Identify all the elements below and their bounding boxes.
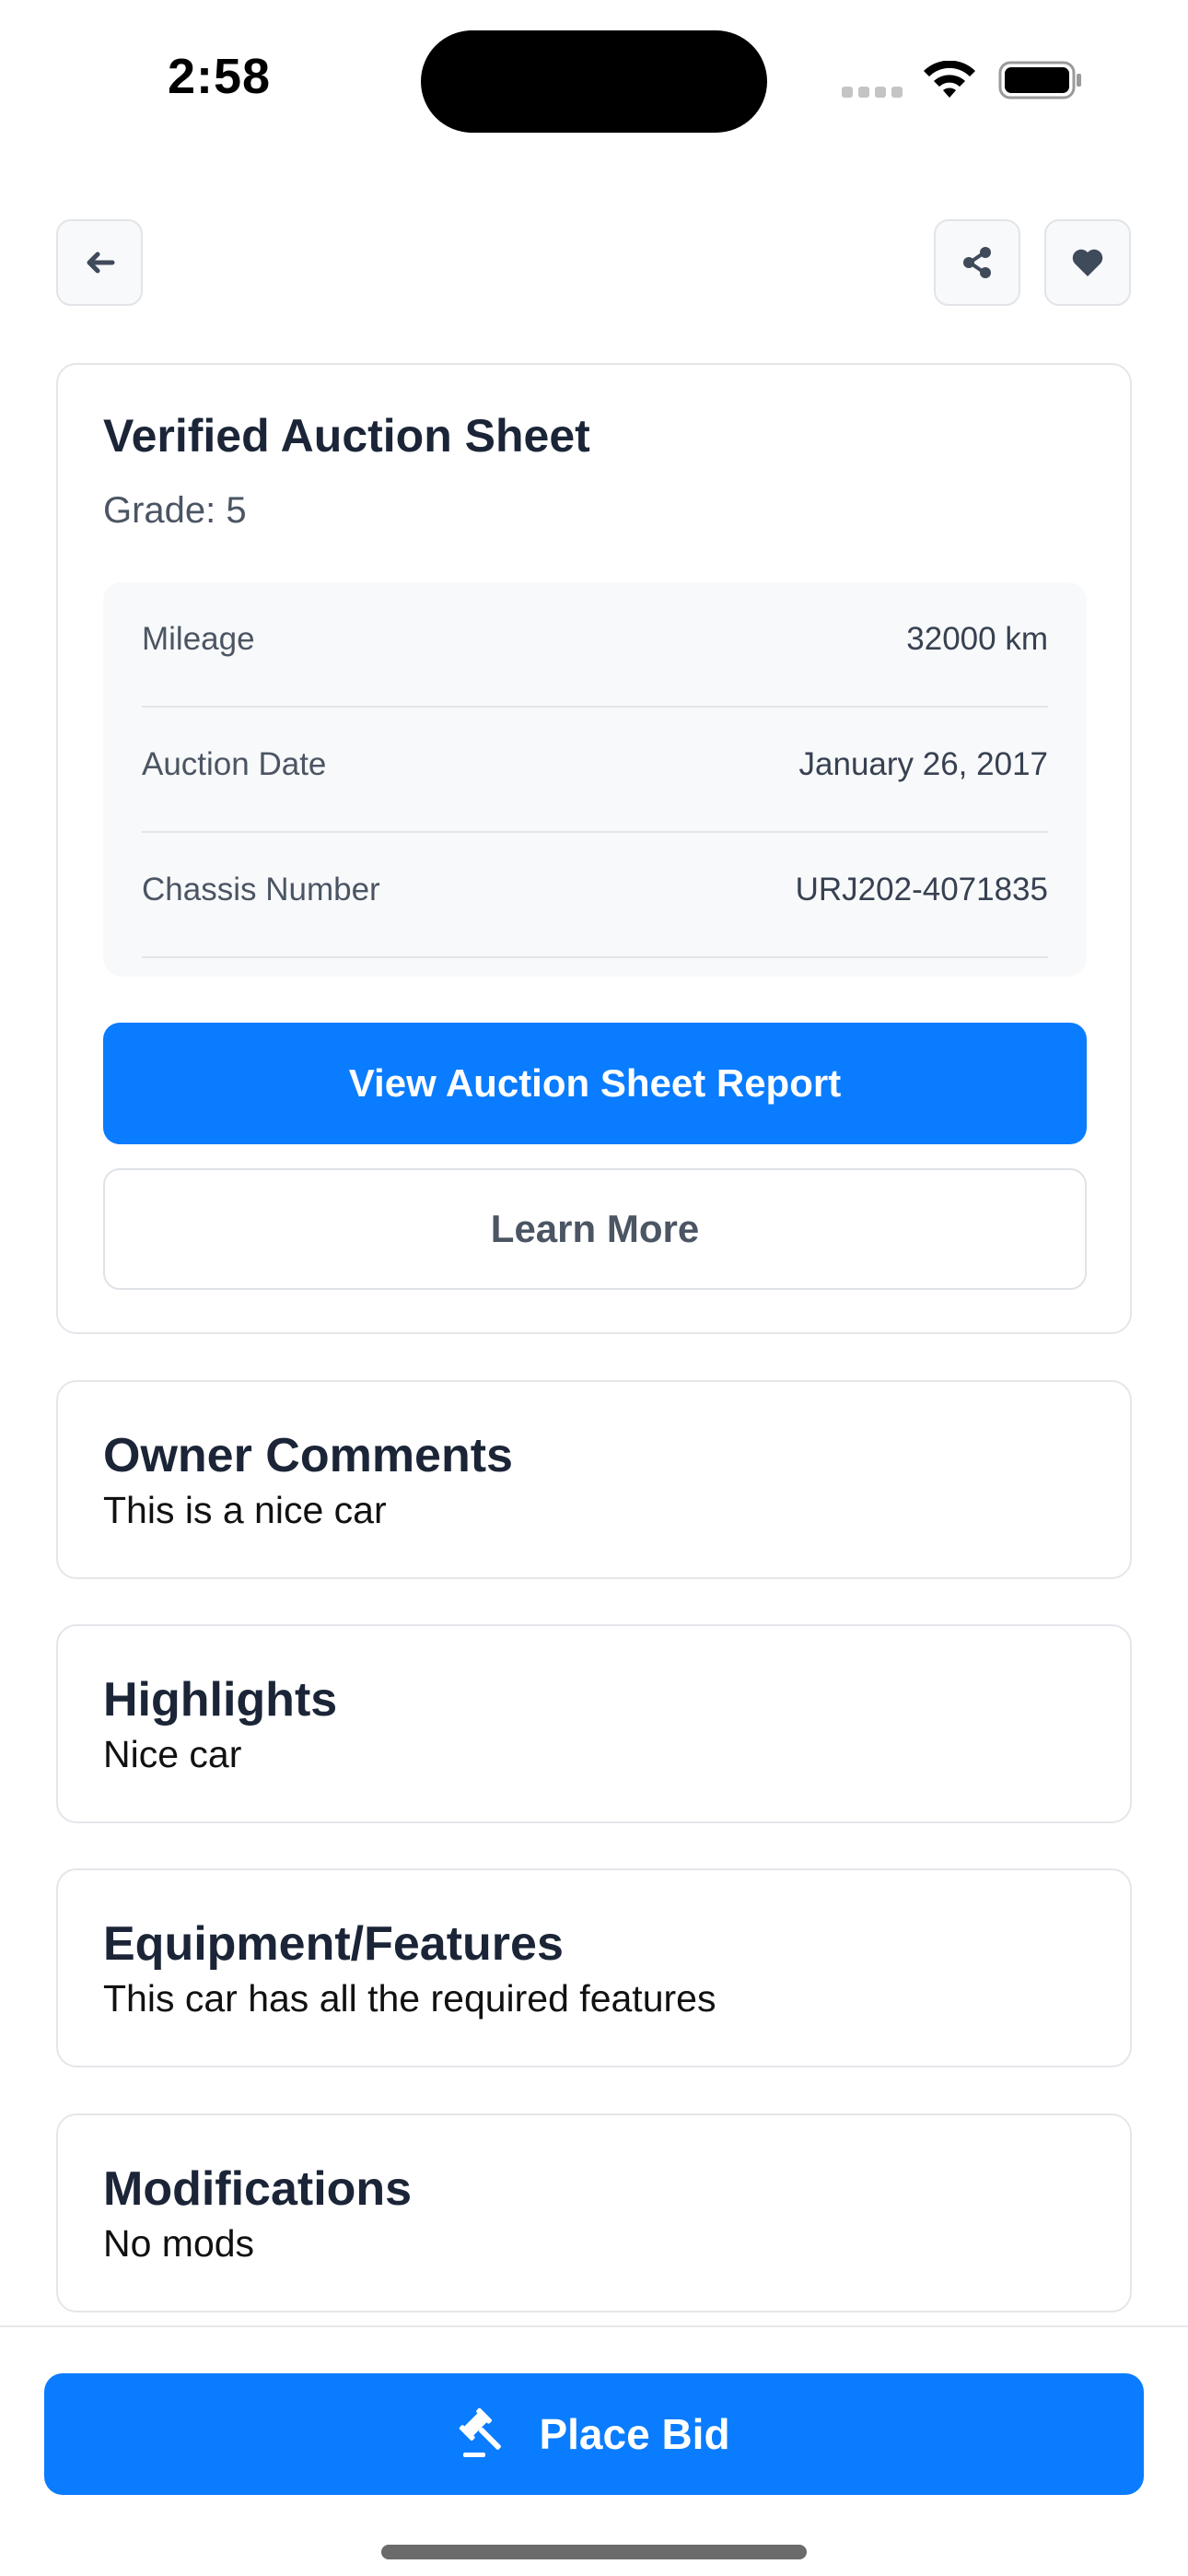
place-bid-label: Place Bid xyxy=(539,2410,730,2458)
wifi-icon xyxy=(924,61,975,98)
heart-icon xyxy=(1072,249,1103,276)
section-body: Nice car xyxy=(103,1733,242,1775)
detail-row-mileage: Mileage 32000 km xyxy=(142,582,1048,708)
auction-details-panel: Mileage 32000 km Auction Date January 26… xyxy=(103,582,1087,977)
share-icon xyxy=(963,247,991,278)
gavel-icon xyxy=(460,2407,502,2457)
detail-value: URJ202-4071835 xyxy=(795,872,1048,907)
home-indicator[interactable] xyxy=(381,2545,807,2559)
status-time: 2:58 xyxy=(168,49,272,104)
section-body: No mods xyxy=(103,2222,255,2265)
section-title: Modifications xyxy=(103,2162,413,2216)
view-auction-sheet-report-button[interactable]: View Auction Sheet Report xyxy=(103,1023,1087,1144)
auction-sheet-title: Verified Auction Sheet xyxy=(103,410,590,462)
highlights-card: Highlights Nice car xyxy=(56,1624,1132,1823)
detail-label: Mileage xyxy=(142,621,255,657)
bottom-action-bar: Place Bid xyxy=(0,2325,1188,2576)
equipment-features-card: Equipment/Features This car has all the … xyxy=(56,1868,1132,2067)
place-bid-button[interactable]: Place Bid xyxy=(44,2373,1144,2495)
arrow-left-icon xyxy=(87,252,115,274)
detail-value: 32000 km xyxy=(906,621,1048,657)
cellular-signal-icon xyxy=(842,87,903,98)
detail-label: Chassis Number xyxy=(142,872,380,907)
back-button[interactable] xyxy=(56,219,143,306)
section-body: This is a nice car xyxy=(103,1489,387,1531)
learn-more-button[interactable]: Learn More xyxy=(103,1168,1087,1290)
screen: 2:58 Verified Auction Sheet Grade: 5 Mil… xyxy=(0,0,1188,2576)
auction-grade: Grade: 5 xyxy=(103,490,247,531)
owner-comments-card: Owner Comments This is a nice car xyxy=(56,1380,1132,1579)
dynamic-island xyxy=(421,30,767,133)
section-body: This car has all the required features xyxy=(103,1977,716,2020)
section-title: Equipment/Features xyxy=(103,1917,564,1971)
detail-row-chassis-number: Chassis Number URJ202-4071835 xyxy=(142,833,1048,958)
share-button[interactable] xyxy=(934,219,1020,306)
detail-row-auction-date: Auction Date January 26, 2017 xyxy=(142,708,1048,833)
detail-label: Auction Date xyxy=(142,746,327,782)
battery-icon xyxy=(998,61,1081,100)
detail-value: January 26, 2017 xyxy=(798,746,1048,782)
favorite-button[interactable] xyxy=(1044,219,1131,306)
section-title: Owner Comments xyxy=(103,1429,513,1482)
section-title: Highlights xyxy=(103,1673,338,1727)
modifications-card: Modifications No mods xyxy=(56,2113,1132,2313)
auction-sheet-card: Verified Auction Sheet Grade: 5 Mileage … xyxy=(56,363,1132,1334)
